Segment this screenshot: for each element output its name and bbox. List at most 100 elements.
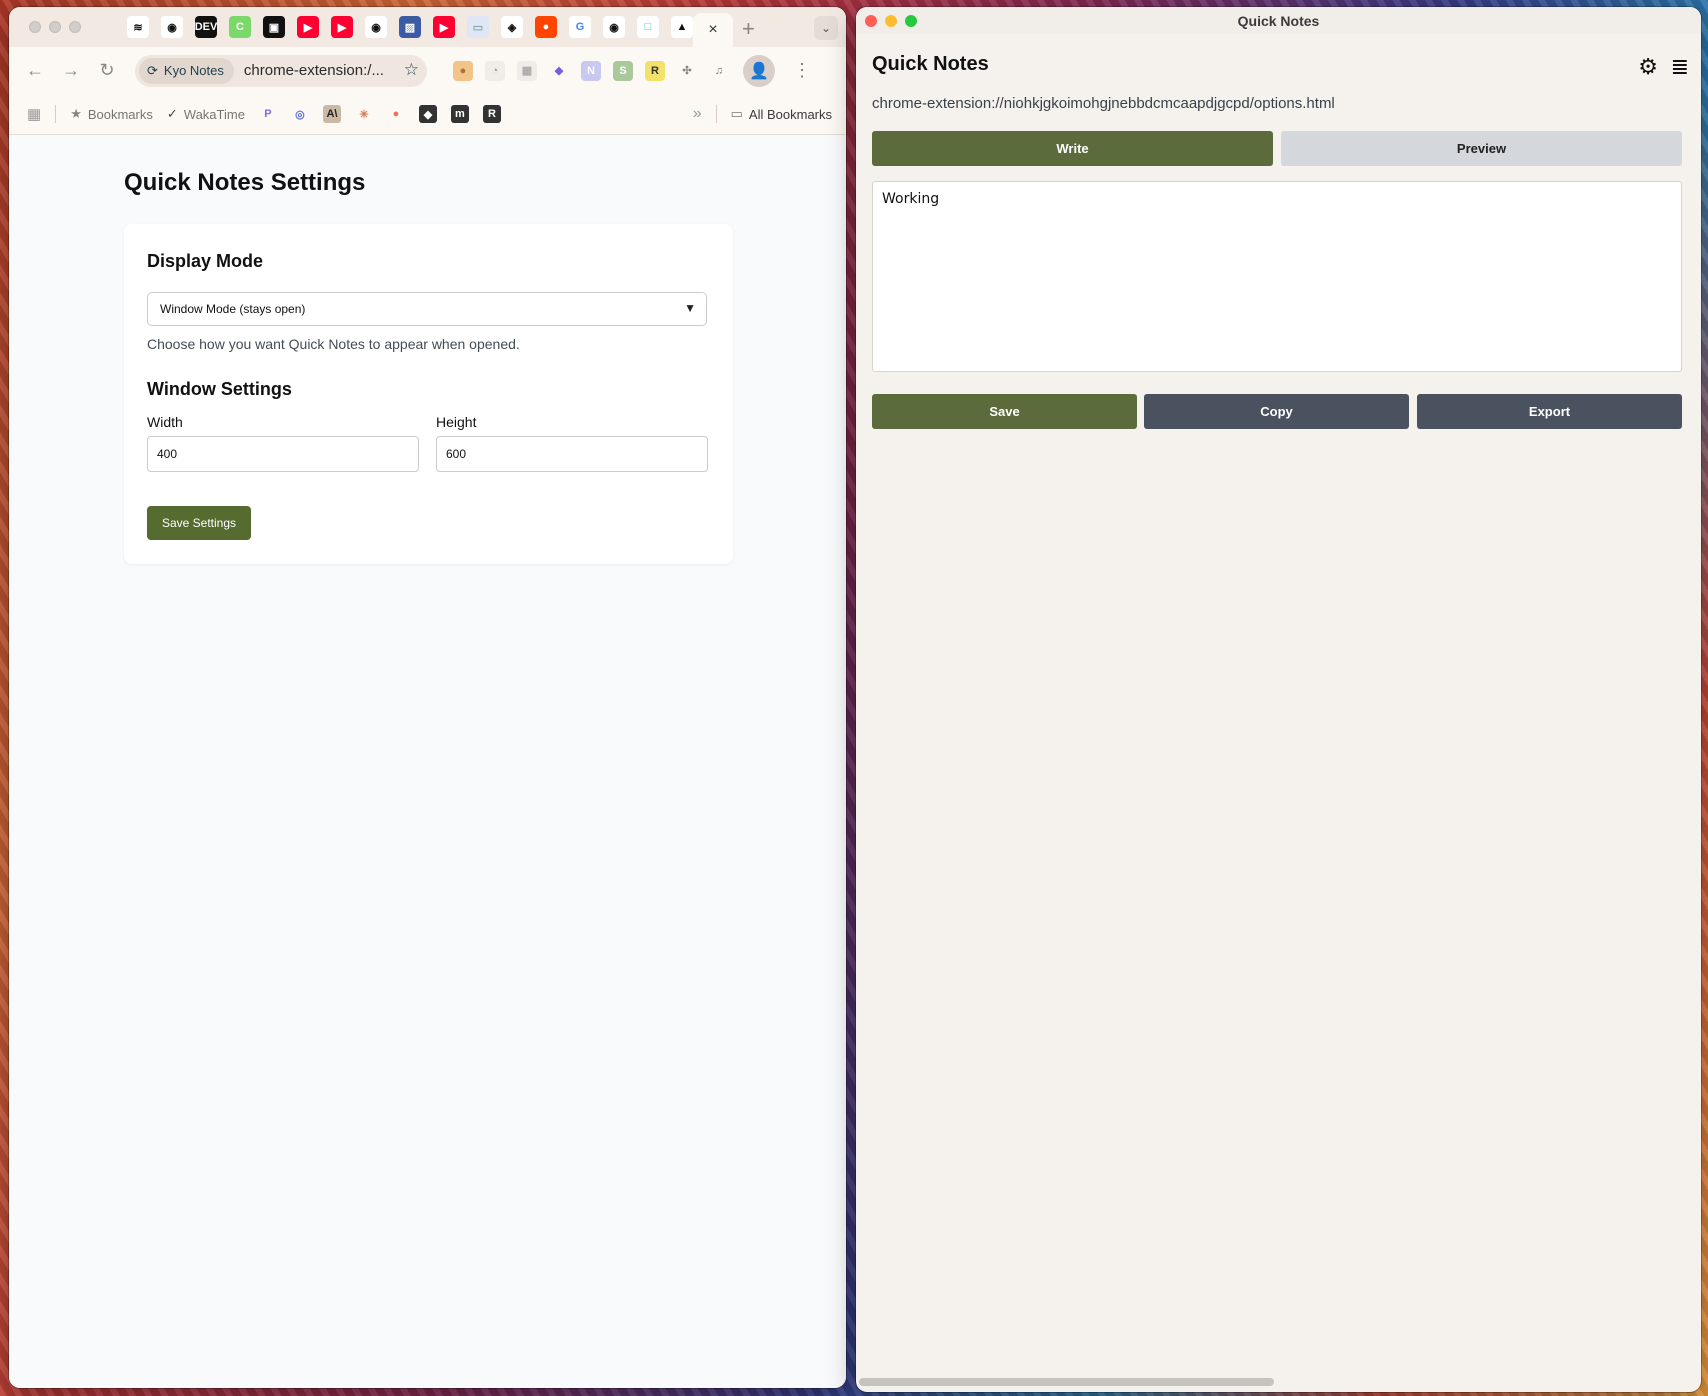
bookmark-label: WakaTime — [183, 106, 245, 122]
extension-chip-icon: ⟳ — [147, 62, 158, 78]
c-app-icon[interactable]: C — [229, 16, 251, 38]
bookmark-star-icon[interactable]: ☆ — [404, 60, 419, 80]
browser-menu-icon[interactable]: ⋮ — [793, 60, 811, 81]
page-title: Quick Notes Settings — [124, 169, 366, 196]
timer-icon[interactable]: ◔ — [485, 60, 505, 81]
minimize-window-icon[interactable] — [49, 21, 61, 33]
bookmarks-bar: ▦ ★ Bookmarks ✓ WakaTime P ◎ A\ ✳ ● ◆ m R » ▭ A… — [9, 94, 846, 135]
s-ext-icon[interactable]: S — [613, 60, 633, 81]
chrome-window: ≋ ◉ DEV C ▣ ▶ ▶ ◉ ▨ ▶ ▭ ◈ ● G ◉ □ ▲ × + ⌄ ← → ↻ ⟳ Kyo No… — [9, 7, 846, 1388]
settings-card: Display Mode Window Mode (stays open) ▼ … — [124, 224, 733, 564]
dev-icon[interactable]: DEV — [195, 16, 217, 38]
n-ext-icon[interactable]: N — [581, 60, 601, 81]
square-app-icon[interactable]: □ — [637, 16, 659, 38]
dark-bookmark-icon[interactable]: ◆ — [418, 105, 437, 123]
save-button[interactable]: Save — [872, 394, 1137, 429]
bookmarks-right: » ▭ All Bookmarks — [693, 105, 832, 123]
active-tab[interactable]: × — [693, 13, 733, 47]
cookie-icon[interactable]: ● — [453, 60, 473, 81]
extension-chip[interactable]: ⟳ Kyo Notes — [139, 57, 234, 84]
arc-icon[interactable]: ▲ — [671, 16, 693, 38]
circle-bookmark-icon[interactable]: ◎ — [290, 105, 309, 123]
apps-grid-icon[interactable]: ▦ — [27, 105, 41, 123]
bookmarks-divider — [55, 105, 57, 123]
display-mode-select[interactable]: Window Mode (stays open) ▼ — [147, 292, 707, 326]
height-label: Height — [436, 414, 477, 430]
window-title: Quick Notes — [1237, 13, 1320, 29]
diamond-icon[interactable]: ◆ — [549, 60, 569, 81]
bookmark-icons: P ◎ A\ ✳ ● ◆ m R — [258, 105, 501, 123]
tab-strip: ≋ ◉ DEV C ▣ ▶ ▶ ◉ ▨ ▶ ▭ ◈ ● G ◉ □ ▲ × + ⌄ — [9, 7, 846, 47]
quick-notes-window: Quick Notes Quick Notes ⚙ ≣ chrome-exten… — [856, 7, 1701, 1392]
display-mode-heading: Display Mode — [147, 251, 264, 271]
horizontal-scrollbar[interactable] — [859, 1378, 1274, 1386]
bookmark-label: Bookmarks — [87, 106, 153, 122]
maximize-window-icon[interactable] — [69, 21, 81, 33]
r-ext-icon[interactable]: R — [645, 60, 665, 81]
chevron-down-icon: ▼ — [684, 301, 696, 315]
copy-button[interactable]: Copy — [1144, 394, 1409, 429]
image-app-icon[interactable]: ▨ — [399, 16, 421, 38]
close-window-icon[interactable] — [29, 21, 41, 33]
height-input[interactable]: 600 — [436, 436, 708, 472]
profile-avatar[interactable]: 👤 — [743, 54, 775, 87]
extension-chip-label: Kyo Notes — [163, 63, 224, 78]
pinned-tabs: ≋ ◉ DEV C ▣ ▶ ▶ ◉ ▨ ▶ ▭ ◈ ● G ◉ □ ▲ — [113, 16, 693, 38]
url-text[interactable]: chrome-extension:/... — [244, 62, 384, 79]
forward-icon[interactable]: → — [57, 57, 85, 85]
reload-icon[interactable]: ↻ — [93, 57, 121, 85]
display-mode-value: Window Mode (stays open) — [160, 302, 306, 316]
menu-icon[interactable]: ≣ — [1671, 54, 1689, 80]
extension-icons: ● ◔ ▦ ◆ N S R ✣ ♫ — [453, 60, 729, 81]
claude-icon[interactable]: ✳ — [354, 105, 373, 123]
quick-notes-titlebar: Quick Notes — [856, 7, 1701, 34]
youtube-icon[interactable]: ▶ — [433, 16, 455, 38]
o-bookmark-icon[interactable]: ● — [386, 105, 405, 123]
display-mode-hint: Choose how you want Quick Notes to appea… — [147, 336, 520, 352]
github-icon[interactable]: ◉ — [365, 16, 387, 38]
address-bar[interactable]: ⟳ Kyo Notes chrome-extension:/... ☆ — [135, 54, 427, 87]
google-icon[interactable]: G — [569, 16, 591, 38]
media-control-icon[interactable]: ♫ — [709, 60, 729, 81]
tab-write[interactable]: Write — [872, 131, 1273, 166]
close-tab-icon[interactable]: × — [708, 21, 717, 39]
back-icon[interactable]: ← — [21, 57, 49, 85]
youtube-icon[interactable]: ▶ — [331, 16, 353, 38]
window-settings-heading: Window Settings — [147, 379, 292, 399]
github-icon[interactable]: ◉ — [161, 16, 183, 38]
substack-icon[interactable]: ≋ — [127, 16, 149, 38]
export-button[interactable]: Export — [1417, 394, 1682, 429]
window-controls — [9, 21, 113, 33]
new-tab-button[interactable]: + — [742, 16, 755, 42]
calendar-icon[interactable]: ▭ — [467, 16, 489, 38]
reddit-icon[interactable]: ● — [535, 16, 557, 38]
width-input[interactable]: 400 — [147, 436, 419, 472]
youtube-icon[interactable]: ▶ — [297, 16, 319, 38]
github-icon[interactable]: ◉ — [603, 16, 625, 38]
gear-icon[interactable]: ⚙ — [1638, 54, 1658, 80]
grid-ext-icon[interactable]: ▦ — [517, 60, 537, 81]
browser-toolbar: ← → ↻ ⟳ Kyo Notes chrome-extension:/... … — [9, 47, 846, 94]
bookmark-wakatime[interactable]: ✓ WakaTime — [167, 106, 245, 122]
all-bookmarks-label: All Bookmarks — [748, 106, 832, 122]
app-dark-icon[interactable]: ▣ — [263, 16, 285, 38]
quick-notes-header: Quick Notes — [872, 53, 989, 75]
star-icon: ★ — [70, 106, 82, 121]
save-settings-button[interactable]: Save Settings — [147, 506, 251, 540]
bookmark-bookmarks[interactable]: ★ Bookmarks — [70, 106, 153, 122]
p-bookmark-icon[interactable]: P — [258, 105, 277, 123]
tab-search-button[interactable]: ⌄ — [814, 16, 838, 40]
bookmarks-divider — [715, 105, 717, 123]
wakatime-icon: ✓ — [166, 106, 178, 121]
box-icon[interactable]: ◈ — [501, 16, 523, 38]
r-bookmark-icon[interactable]: R — [482, 105, 501, 123]
puzzle-icon[interactable]: ✣ — [677, 60, 697, 81]
all-bookmarks-button[interactable]: ▭ All Bookmarks — [731, 106, 832, 122]
anthropic-icon[interactable]: A\ — [322, 105, 341, 123]
bookmarks-overflow-icon[interactable]: » — [693, 105, 702, 123]
page-url: chrome-extension://niohkjgkoimohgjnebbdc… — [872, 95, 1335, 112]
width-label: Width — [147, 414, 183, 430]
tab-preview[interactable]: Preview — [1281, 131, 1682, 166]
note-textarea[interactable]: Working — [872, 181, 1682, 372]
m-bookmark-icon[interactable]: m — [450, 105, 469, 123]
